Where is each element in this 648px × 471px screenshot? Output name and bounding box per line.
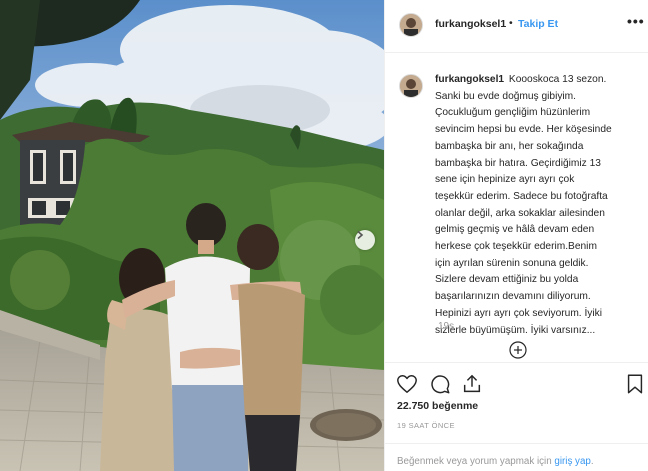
avatar-photo-icon <box>400 75 422 97</box>
caption-line: Sanki bu evde doğmuş gibiyim. <box>435 90 577 102</box>
post-photo[interactable] <box>0 0 384 471</box>
caption-line: Hepinizi ayrı ayrı çok seviyorum. İyiki <box>435 307 603 319</box>
caption-line: Çocukluğum gençliğim hüzünlerim <box>435 107 591 119</box>
caption-line: teşekkür ederim. Sadece bu fotoğrafta <box>435 190 608 202</box>
share-button[interactable] <box>461 373 483 395</box>
avatar[interactable] <box>399 13 423 37</box>
post-caption: furkangoksel1 Koooskoca 13 sezon. Sanki … <box>435 72 635 339</box>
load-more-comments-button[interactable] <box>509 341 527 359</box>
caption-line: sene için hepinize ayrı ayrı çok <box>435 174 575 186</box>
heart-icon <box>397 375 417 393</box>
share-icon <box>463 374 481 393</box>
save-button[interactable] <box>624 373 646 395</box>
photo-illustration <box>0 0 384 471</box>
plus-circle-icon <box>509 341 527 359</box>
caption-line: bambaşka bir anı, her sokağında <box>435 140 584 152</box>
next-photo-button[interactable] <box>355 230 375 250</box>
caption-line: sevincim hepsi bu evde. Her köşesinde <box>435 124 612 136</box>
login-prompt-text: Beğenmek veya yorum yapmak için <box>397 456 552 467</box>
post-timestamp[interactable]: 19 SAAT ÖNCE <box>397 421 455 430</box>
avatar-photo-icon <box>400 14 422 36</box>
login-link[interactable]: giriş yap <box>554 456 590 467</box>
comment-button[interactable] <box>429 373 451 395</box>
caption-time-ago[interactable]: 19s <box>438 321 454 332</box>
login-prompt-bar: Beğenmek veya yorum yapmak için giriş ya… <box>384 443 648 471</box>
caption-text: Koooskoca 13 sezon. <box>508 74 607 85</box>
comment-bubble-icon <box>431 375 450 394</box>
bookmark-icon <box>627 374 643 394</box>
caption-line: gelmiş geçmiş ve hâlâ devam eden <box>435 224 595 236</box>
caption-line: sizlerle büyümüşüm. İyiki varsınız... <box>435 324 596 336</box>
caption-username[interactable]: furkangoksel1 <box>435 74 504 85</box>
like-count[interactable]: 22.750 beğenme <box>397 400 478 412</box>
follow-button[interactable]: Takip Et <box>518 18 558 30</box>
caption-avatar[interactable] <box>399 74 423 98</box>
caption-line: bambaşka bir hatıra. Geçirdiğimiz 13 <box>435 157 601 169</box>
login-prompt-suffix: . <box>590 456 594 467</box>
caption-line: furkangoksel1 Koooskoca 13 sezon. <box>435 72 635 89</box>
like-button[interactable] <box>396 373 418 395</box>
header-username[interactable]: furkangoksel1 <box>435 18 506 30</box>
caption-line: başarılarınızın devamını diliyorum. <box>435 291 591 303</box>
login-prompt: Beğenmek veya yorum yapmak için giriş ya… <box>397 456 594 467</box>
caption-line: olanlar değil, arka sokaklar ailesinden <box>435 207 605 219</box>
post-header: furkangoksel1 • Takip Et ••• <box>385 0 648 53</box>
caption-line: için ayrılan sürenin sonuna geldik. <box>435 257 589 269</box>
header-separator: • <box>509 17 513 29</box>
more-options-button[interactable]: ••• <box>627 13 645 29</box>
caption-line: Sizlere devam ettiğiniz bu yolda <box>435 274 579 286</box>
chevron-right-icon <box>357 230 364 240</box>
instagram-post: furkangoksel1 • Takip Et ••• furkangokse… <box>0 0 648 471</box>
caption-line: herkese çok teşekkür ederim.Benim <box>435 241 597 253</box>
